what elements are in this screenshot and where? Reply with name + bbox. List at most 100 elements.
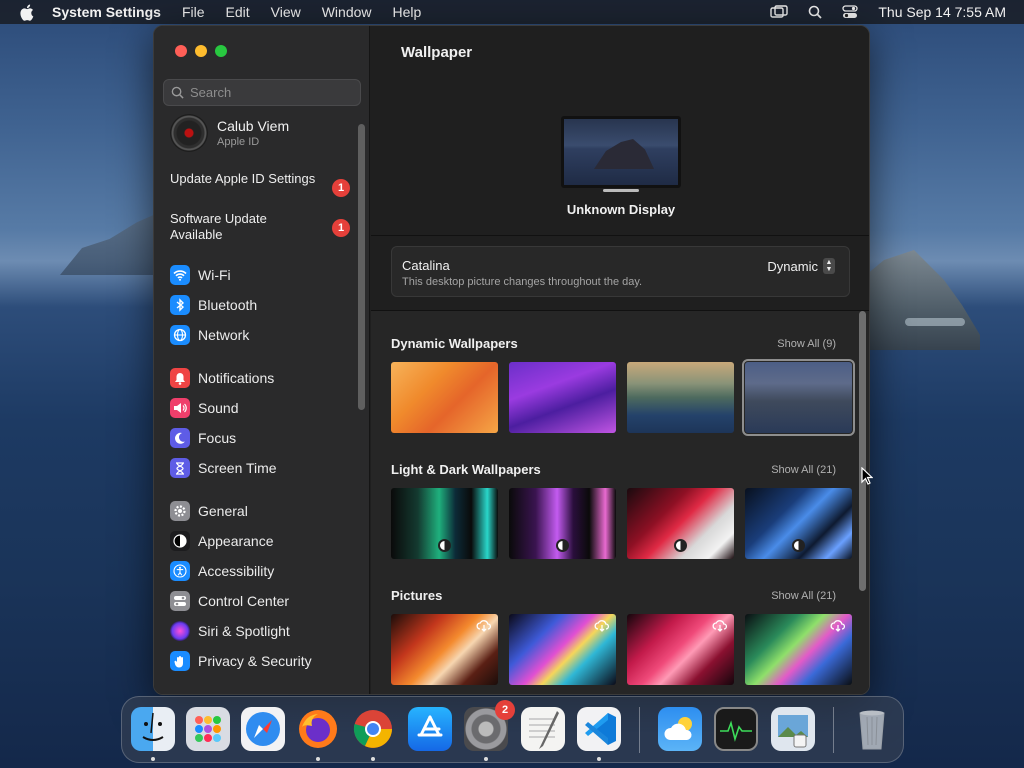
sidebar-item-notifications[interactable]: Notifications (170, 368, 274, 388)
wallpaper-thumb-picture-rainbow[interactable] (509, 614, 616, 685)
wallpaper-thumb-light-dark-red[interactable] (627, 488, 734, 559)
apple-id-profile[interactable]: Calub Viem Apple ID (170, 114, 289, 152)
dock-settings-badge: 2 (495, 700, 515, 720)
wallpaper-pane: Wallpaper Unknown Display Catalina This … (371, 26, 869, 694)
wallpaper-thumb-light-dark-purple[interactable] (509, 488, 616, 559)
close-button[interactable] (175, 45, 187, 57)
dock-safari-icon[interactable] (241, 707, 285, 751)
page-title: Wallpaper (401, 44, 473, 61)
sidebar-item-general[interactable]: General (170, 501, 248, 521)
accessibility-icon (170, 561, 190, 581)
minimize-button[interactable] (195, 45, 207, 57)
search-field[interactable] (163, 79, 361, 106)
section-title-light-dark: Light & Dark Wallpapers (391, 462, 541, 477)
dock-divider (833, 707, 834, 753)
wallpaper-thumb-picture-pink[interactable] (627, 614, 734, 685)
zoom-button[interactable] (215, 45, 227, 57)
wallpaper-mode-value: Dynamic (767, 258, 818, 274)
cloud-download-icon (712, 620, 728, 632)
notification-badge: 1 (332, 219, 350, 237)
sidebar-item-privacy-security[interactable]: Privacy & Security (170, 651, 312, 671)
sidebar-item-label: Notifications (198, 370, 275, 386)
dock-vscode-icon[interactable] (577, 707, 621, 751)
sidebar-item-bluetooth[interactable]: Bluetooth (170, 295, 257, 315)
wallpaper-thumb-ventura-orange[interactable] (391, 362, 498, 433)
menu-edit[interactable]: Edit (226, 4, 250, 20)
sidebar-item-label: General (198, 503, 248, 519)
show-all-dynamic-button[interactable]: Show All (9) (777, 338, 836, 350)
appearance-icon (170, 531, 190, 551)
menu-window[interactable]: Window (322, 4, 372, 20)
wallpaper-thumb-picture-orange[interactable] (391, 614, 498, 685)
section-title-dynamic: Dynamic Wallpapers (391, 336, 518, 351)
sidebar-item-software-update[interactable]: Software Update Available 1 (170, 211, 350, 243)
show-all-pictures-button[interactable]: Show All (21) (771, 590, 836, 602)
sidebar-item-control-center[interactable]: Control Center (170, 591, 289, 611)
siri-icon (170, 621, 190, 641)
running-indicator (371, 757, 375, 761)
wallpaper-thumb-picture-green[interactable] (745, 614, 852, 685)
alert-label: Update Apple ID Settings (170, 171, 316, 186)
wallpaper-thumb-big-sur-coast[interactable] (627, 362, 734, 433)
gallery-scrollbar[interactable] (859, 311, 866, 591)
sidebar-item-label: Bluetooth (198, 297, 258, 313)
menu-clock[interactable]: Thu Sep 14 7:55 AM (878, 4, 1006, 20)
dock-textedit-icon[interactable] (521, 707, 565, 751)
display-preview (561, 116, 681, 192)
speaker-icon (170, 398, 190, 418)
wallpaper-thumb-catalina[interactable] (742, 359, 855, 436)
sidebar-item-network[interactable]: Network (170, 325, 249, 345)
dock-preview-icon[interactable] (771, 707, 815, 751)
sidebar: Calub Viem Apple ID Update Apple ID Sett… (154, 26, 370, 694)
dock-weather-icon[interactable] (658, 707, 702, 751)
menu-file[interactable]: File (182, 4, 205, 20)
avatar (170, 114, 208, 152)
light-dark-icon (555, 538, 569, 552)
section-title-pictures: Pictures (391, 588, 443, 603)
menu-app-name[interactable]: System Settings (52, 4, 161, 20)
sidebar-item-focus[interactable]: Focus (170, 428, 236, 448)
dock-finder-icon[interactable] (131, 707, 175, 751)
sidebar-item-label: Wi-Fi (198, 267, 231, 283)
sidebar-item-sound[interactable]: Sound (170, 398, 238, 418)
sidebar-scrollbar[interactable] (358, 124, 365, 410)
system-settings-window: Calub Viem Apple ID Update Apple ID Sett… (153, 25, 870, 695)
dock-launchpad-icon[interactable] (186, 707, 230, 751)
sidebar-item-appearance[interactable]: Appearance (170, 531, 274, 551)
profile-subtitle: Apple ID (217, 136, 260, 148)
dock-activity-monitor-icon[interactable] (714, 707, 758, 751)
control-center-icon (170, 591, 190, 611)
show-all-light-dark-button[interactable]: Show All (21) (771, 464, 836, 476)
search-input[interactable] (190, 85, 350, 100)
apple-icon[interactable] (0, 4, 52, 21)
sidebar-item-screen-time[interactable]: Screen Time (170, 458, 277, 478)
menu-help[interactable]: Help (393, 4, 422, 20)
control-center-icon[interactable] (842, 5, 859, 19)
wallpaper-mode-select[interactable]: Dynamic ▲ ▼ (767, 258, 835, 274)
menu-view[interactable]: View (271, 4, 301, 20)
current-wallpaper-description: This desktop picture changes throughout … (402, 276, 643, 288)
light-dark-icon (791, 538, 805, 552)
hand-icon (170, 651, 190, 671)
sidebar-item-accessibility[interactable]: Accessibility (170, 561, 274, 581)
wallpaper-thumb-light-dark-green[interactable] (391, 488, 498, 559)
wifi-icon (170, 265, 190, 285)
sidebar-item-label: Accessibility (198, 563, 275, 579)
wallpaper-thumb-ventura-purple[interactable] (509, 362, 616, 433)
notification-badge: 1 (332, 179, 350, 197)
sidebar-item-wifi[interactable]: Wi-Fi (170, 265, 231, 285)
spotlight-search-icon[interactable] (808, 5, 822, 19)
dock-trash-icon[interactable] (850, 707, 894, 751)
dock-app-store-icon[interactable] (408, 707, 452, 751)
bluetooth-icon (170, 295, 190, 315)
wallpaper-thumb-light-dark-blue[interactable] (745, 488, 852, 559)
dock-chrome-icon[interactable] (351, 707, 395, 751)
screen-mirroring-icon[interactable] (770, 5, 789, 19)
display-name: Unknown Display (566, 202, 676, 217)
running-indicator (597, 757, 601, 761)
cloud-download-icon (476, 620, 492, 632)
sidebar-item-siri-spotlight[interactable]: Siri & Spotlight (170, 621, 290, 641)
dock-firefox-icon[interactable] (296, 707, 340, 751)
sidebar-item-update-apple-id[interactable]: Update Apple ID Settings 1 (170, 171, 350, 197)
search-icon (171, 86, 184, 99)
